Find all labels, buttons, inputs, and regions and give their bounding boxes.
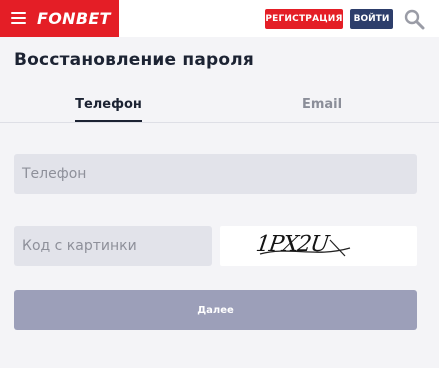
login-button[interactable]: ВОЙТИ (350, 9, 393, 29)
captcha-input[interactable]: Код с картинки (14, 226, 212, 266)
phone-input[interactable]: Телефон (14, 154, 417, 194)
brand-logo[interactable]: FONBET (37, 9, 111, 28)
brand-bar: FONBET (0, 0, 119, 37)
recovery-tabs: Телефон Email (0, 88, 439, 123)
captcha-code: 1PX2U (254, 232, 330, 257)
page-title: Восстановление пароля (14, 50, 255, 70)
captcha-image[interactable]: 1PX2U (220, 226, 417, 266)
hamburger-menu-icon[interactable] (11, 12, 26, 25)
register-button[interactable]: РЕГИСТРАЦИЯ (265, 9, 343, 29)
search-icon[interactable] (403, 8, 425, 30)
tab-email[interactable]: Email (290, 88, 354, 121)
phone-input-placeholder: Телефон (22, 166, 87, 182)
tab-phone[interactable]: Телефон (75, 88, 142, 122)
next-button[interactable]: Далее (14, 290, 417, 330)
top-header: FONBET РЕГИСТРАЦИЯ ВОЙТИ (0, 0, 439, 37)
captcha-input-placeholder: Код с картинки (22, 238, 137, 254)
